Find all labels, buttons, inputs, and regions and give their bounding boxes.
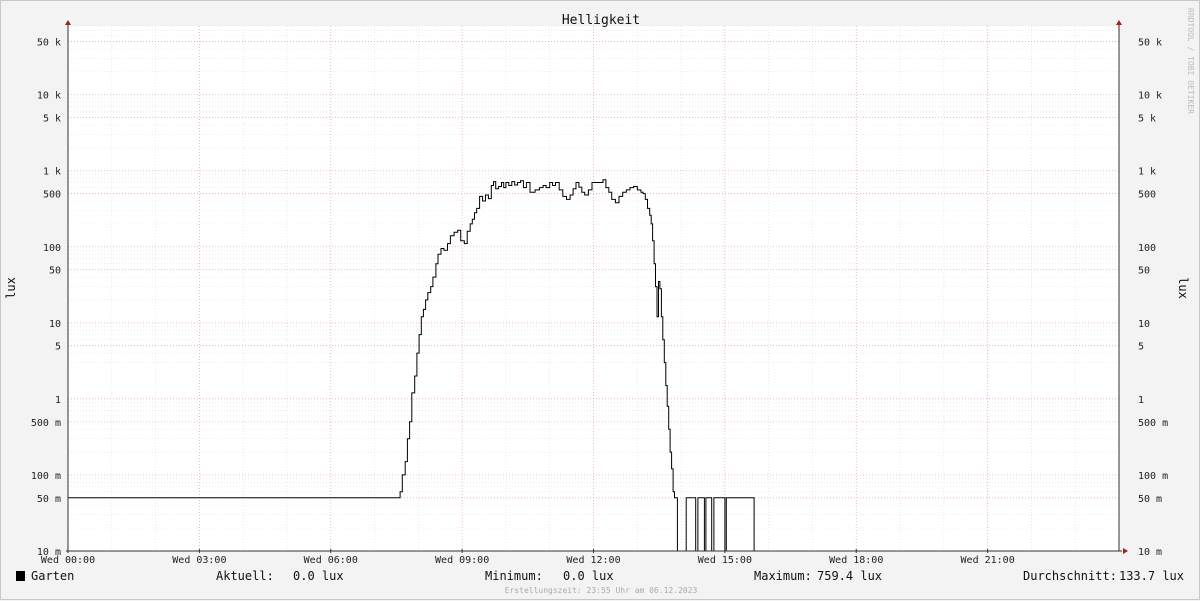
graph-frame: 10 m 50 m 100 m 500 m 1 5 10 50 100 500 1 k 5 k 10 k…: [0, 0, 1200, 600]
y-tick-label-right: 500 m: [1138, 418, 1168, 429]
stat-maximum-value: 759.4 lux: [817, 569, 882, 583]
y-tick-label-right: 100 m: [1138, 471, 1168, 482]
y-axis-arrow-right: [1116, 20, 1122, 25]
y-tick-label-right: 500: [1138, 190, 1156, 201]
x-axis-arrow: [1123, 548, 1128, 554]
brightness-chart: 10 m 50 m 100 m 500 m 1 5 10 50 100 500 1 k 5 k 10 k…: [4, 8, 1195, 595]
y-tick-label-left: 5 k: [43, 114, 61, 125]
y-tick-label-right: 5 k: [1138, 114, 1156, 125]
y-tick-label-left: 1 k: [43, 167, 61, 178]
x-tick-label: Wed 12:00: [566, 555, 620, 566]
y-tick-label-left: 5: [55, 342, 61, 353]
y-tick-label-right: 10 k: [1138, 91, 1162, 102]
y-tick-label-right: 1 k: [1138, 167, 1156, 178]
y-tick-label-left: 100 m: [31, 471, 61, 482]
x-tick-label: Wed 15:00: [698, 555, 752, 566]
stat-aktuell-value: 0.0 lux: [293, 569, 344, 583]
y-tick-label-right: 10: [1138, 319, 1150, 330]
x-tick-label: Wed 00:00: [41, 555, 95, 566]
y-tick-label-right: 50 m: [1138, 494, 1162, 505]
stat-minimum-value: 0.0 lux: [563, 569, 614, 583]
y-tick-label-left: 50: [49, 266, 61, 277]
y-tick-label-left: 500: [43, 190, 61, 201]
y-tick-labels-left: 10 m50 m100 m500 m1510501005001 k5 k10 k…: [31, 38, 61, 558]
x-tick-label: Wed 21:00: [961, 555, 1015, 566]
y-axis-label-right: lux: [1176, 277, 1190, 299]
y-tick-label-left: 100: [43, 243, 61, 254]
y-axis-arrow-left: [65, 20, 71, 25]
y-tick-labels-right: 10 m 50 m 100 m 500 m 1 5 10 50 100 500 1 k 5 k 10 k…: [1138, 38, 1168, 558]
y-tick-label-left: 10: [49, 319, 61, 330]
y-tick-label-right: 50 k: [1138, 38, 1162, 49]
y-tick-label-left: 10 k: [37, 91, 61, 102]
legend-swatch-garten: [16, 571, 25, 581]
footer-timestamp: Erstellungszeit: 23:55 Uhr am 06.12.2023: [505, 586, 698, 595]
stat-aktuell-label: Aktuell:: [216, 569, 274, 583]
y-axis-label-left: lux: [4, 277, 18, 299]
y-tick-label-right: 10 m: [1138, 547, 1162, 558]
y-tick-label-right: 50: [1138, 266, 1150, 277]
x-tick-label: Wed 09:00: [435, 555, 489, 566]
stat-maximum-label: Maximum:: [754, 569, 812, 583]
y-tick-label-right: 100: [1138, 243, 1156, 254]
y-tick-label-left: 50 k: [37, 38, 61, 49]
y-tick-label-right: 5: [1138, 342, 1144, 353]
watermark: RRDTOOL / TOBI OETIKER: [1186, 8, 1195, 114]
chart-title: Helligkeit: [562, 13, 640, 28]
y-tick-label-left: 1: [55, 395, 61, 406]
y-tick-label-left: 500 m: [31, 418, 61, 429]
x-tick-labels: Wed 00:00 Wed 03:00 Wed 06:00 Wed 09:00 Wed …: [41, 555, 1015, 566]
x-tick-label: Wed 18:00: [829, 555, 883, 566]
y-tick-label-left: 50 m: [37, 494, 61, 505]
legend-entry-garten: Garten: [31, 569, 74, 583]
x-tick-label: Wed 06:00: [304, 555, 358, 566]
stat-durchschnitt-label: Durchschnitt:: [1023, 569, 1117, 583]
stat-minimum-label: Minimum:: [485, 569, 543, 583]
stat-durchschnitt-value: 133.7 lux: [1119, 569, 1184, 583]
y-tick-label-right: 1: [1138, 395, 1144, 406]
x-tick-label: Wed 03:00: [172, 555, 226, 566]
